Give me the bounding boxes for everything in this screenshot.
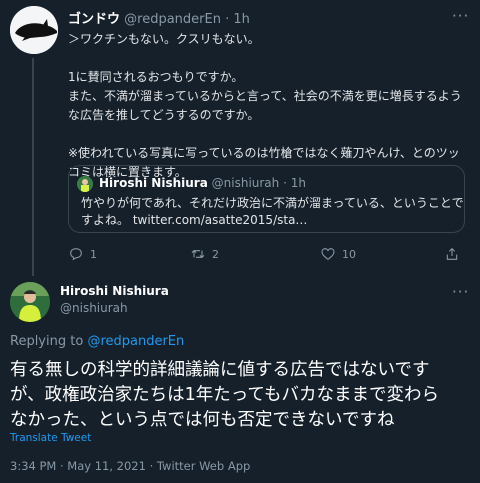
avatar-nishiura[interactable] xyxy=(10,282,50,322)
tweet-line: ※使われている写真に写っているのは竹槍ではなく薙刀やんけ、とのツッ xyxy=(68,146,460,160)
handle[interactable]: @nishiurah xyxy=(60,301,128,315)
tweet-text: ＞ワクチンもない。クスリもない。 1に賛同されるおつもりですか。 また、不満が溜… xyxy=(68,30,468,182)
tweet-line: 1に賛同されるおつもりですか。 xyxy=(68,70,244,84)
quote-timestamp: · 1h xyxy=(283,176,306,190)
share-icon xyxy=(446,247,458,260)
quoted-tweet[interactable]: Hiroshi Nishiura @nishiurah · 1h 竹やりが何であ… xyxy=(68,165,465,233)
main-tweet-text: 有る無しの科学的詳細議論に値する広告ではないです が、政権政治家たちは1年たって… xyxy=(10,358,472,433)
display-name[interactable]: Hiroshi Nishiura xyxy=(60,284,169,298)
tweet-line: また、不満が溜まっているからと言って、社会の不満を更に増長するよう xyxy=(68,89,462,103)
share-button[interactable] xyxy=(444,246,460,262)
main-tweet-line: が、政権政治家たちは1年たってもバカなままで変わら xyxy=(10,385,440,405)
avatar-nishiura-small xyxy=(77,176,93,192)
quote-line: 竹やりが何であれ、それだけ政治に不満が溜まっている、ということで xyxy=(81,196,464,210)
action-bar: 1 2 10 xyxy=(68,246,468,264)
tweet-line: な広告を推してどうするのですか。 xyxy=(68,108,260,122)
quote-display-name: Hiroshi Nishiura xyxy=(99,176,208,190)
quote-line: すよね。 twitter.com/asatte2015/sta… xyxy=(81,213,308,227)
replying-to-label: Replying to xyxy=(10,334,88,349)
reply-icon xyxy=(70,248,82,261)
avatar-gondou[interactable] xyxy=(10,6,58,54)
retweet-icon xyxy=(191,249,205,259)
main-tweet-line: なかった、という点では何も否定できないですね xyxy=(10,410,395,430)
like-icon xyxy=(321,248,335,261)
replying-to: Replying to @redpanderEn xyxy=(10,334,184,349)
reply-count: 1 xyxy=(90,247,97,261)
main-tweet-line: 有る無しの科学的詳細議論に値する広告ではないです xyxy=(10,360,430,380)
quote-text: 竹やりが何であれ、それだけ政治に不満が溜まっている、ということで すよね。 tw… xyxy=(81,195,464,229)
timestamp[interactable]: · 1h xyxy=(225,12,250,27)
tweet-meta[interactable]: 3:34 PM · May 11, 2021 · Twitter Web App xyxy=(10,459,250,473)
retweet-button[interactable]: 2 xyxy=(190,246,219,262)
like-count: 10 xyxy=(342,247,356,261)
more-icon[interactable]: ··· xyxy=(452,283,469,301)
reply-button[interactable]: 1 xyxy=(68,246,97,262)
handle[interactable]: @redpanderEn xyxy=(124,12,221,27)
like-button[interactable]: 10 xyxy=(320,246,356,262)
display-name[interactable]: ゴンドウ xyxy=(68,12,120,27)
quote-handle: @nishiurah xyxy=(211,176,280,190)
replying-to-link[interactable]: @redpanderEn xyxy=(87,334,184,349)
more-icon[interactable]: ··· xyxy=(452,7,469,25)
retweet-count: 2 xyxy=(212,247,219,261)
quote-header: Hiroshi Nishiura @nishiurah · 1h xyxy=(99,176,306,190)
tweet-header: ゴンドウ @redpanderEn · 1h xyxy=(68,8,250,27)
tweet-line: ＞ワクチンもない。クスリもない。 xyxy=(68,32,260,46)
thread-line xyxy=(32,58,34,276)
translate-tweet-link[interactable]: Translate Tweet xyxy=(10,432,91,444)
